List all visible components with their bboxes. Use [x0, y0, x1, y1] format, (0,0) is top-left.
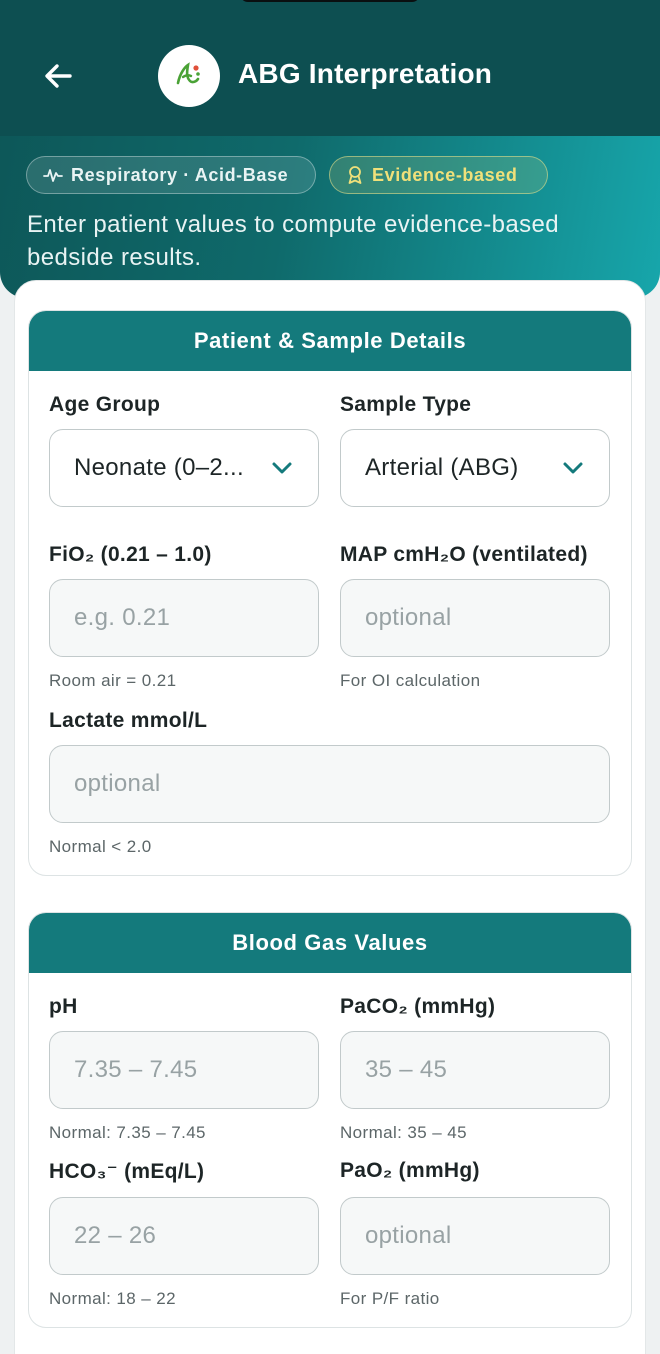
evidence-based-chip: Evidence-based: [329, 156, 548, 194]
paco2-label: PaCO₂ (mmHg): [340, 995, 496, 1018]
lactate-hint: Normal < 2.0: [49, 837, 152, 856]
app-header: ABG Interpretation Respiratory · Acid-Ba…: [0, 0, 660, 298]
hco3-label: HCO₃⁻ (mEq/L): [49, 1160, 205, 1183]
patient-sample-card: Patient & Sample Details Age Group Neona…: [28, 310, 632, 876]
paco2-hint: Normal: 35 – 45: [340, 1123, 467, 1142]
map-hint: For OI calculation: [340, 671, 481, 690]
paco2-input[interactable]: [365, 1056, 585, 1084]
chip-label: Evidence-based: [372, 164, 518, 185]
back-button[interactable]: [36, 56, 80, 100]
sample-type-value: Arterial (ABG): [365, 454, 519, 481]
age-group-label: Age Group: [49, 393, 161, 416]
award-ribbon-icon: [346, 165, 364, 185]
abg-screen: ABG Interpretation Respiratory · Acid-Ba…: [0, 0, 660, 1354]
ph-input[interactable]: [74, 1056, 294, 1084]
device-notch: [240, 0, 420, 2]
map-label: MAP cmH₂O (ventilated): [340, 543, 588, 566]
age-group-select[interactable]: Neonate (0–2...: [49, 429, 319, 507]
lactate-label: Lactate mmol/L: [49, 709, 208, 732]
sample-type-label: Sample Type: [340, 393, 472, 416]
category-chip-respiratory: Respiratory · Acid-Base: [26, 156, 316, 194]
fio2-input[interactable]: [74, 604, 294, 632]
card-title: Patient & Sample Details: [29, 311, 631, 371]
hco3-input[interactable]: [74, 1222, 294, 1250]
ph-label: pH: [49, 995, 78, 1018]
fio2-label: FiO₂ (0.21 – 1.0): [49, 543, 212, 566]
arrow-left-icon: [42, 60, 74, 97]
app-logo: [158, 45, 220, 107]
map-field: [340, 579, 610, 657]
lactate-input[interactable]: [74, 770, 585, 798]
card-title: Blood Gas Values: [29, 913, 631, 973]
chevron-down-icon: [270, 456, 294, 480]
pulse-icon: [43, 167, 63, 183]
age-group-value: Neonate (0–2...: [74, 454, 244, 481]
paco2-field: [340, 1031, 610, 1109]
ph-field: [49, 1031, 319, 1109]
app-logo-icon: [174, 59, 204, 94]
blood-gas-card: Blood Gas Values pH Normal: 7.35 – 7.45 …: [28, 912, 632, 1328]
hco3-hint: Normal: 18 – 22: [49, 1289, 176, 1308]
lactate-field: [49, 745, 610, 823]
ph-hint: Normal: 7.35 – 7.45: [49, 1123, 206, 1142]
fio2-field: [49, 579, 319, 657]
chevron-down-icon: [561, 456, 585, 480]
chip-label: Respiratory · Acid-Base: [71, 164, 289, 185]
fio2-hint: Room air = 0.21: [49, 671, 177, 690]
pao2-field: [340, 1197, 610, 1275]
pao2-label: PaO₂ (mmHg): [340, 1159, 480, 1182]
pao2-hint: For P/F ratio: [340, 1289, 440, 1308]
map-input[interactable]: [365, 604, 585, 632]
hco3-field: [49, 1197, 319, 1275]
page-subtitle: Enter patient values to compute evidence…: [27, 211, 560, 271]
sample-type-select[interactable]: Arterial (ABG): [340, 429, 610, 507]
pao2-input[interactable]: [365, 1222, 585, 1250]
page-title: ABG Interpretation: [238, 58, 493, 89]
